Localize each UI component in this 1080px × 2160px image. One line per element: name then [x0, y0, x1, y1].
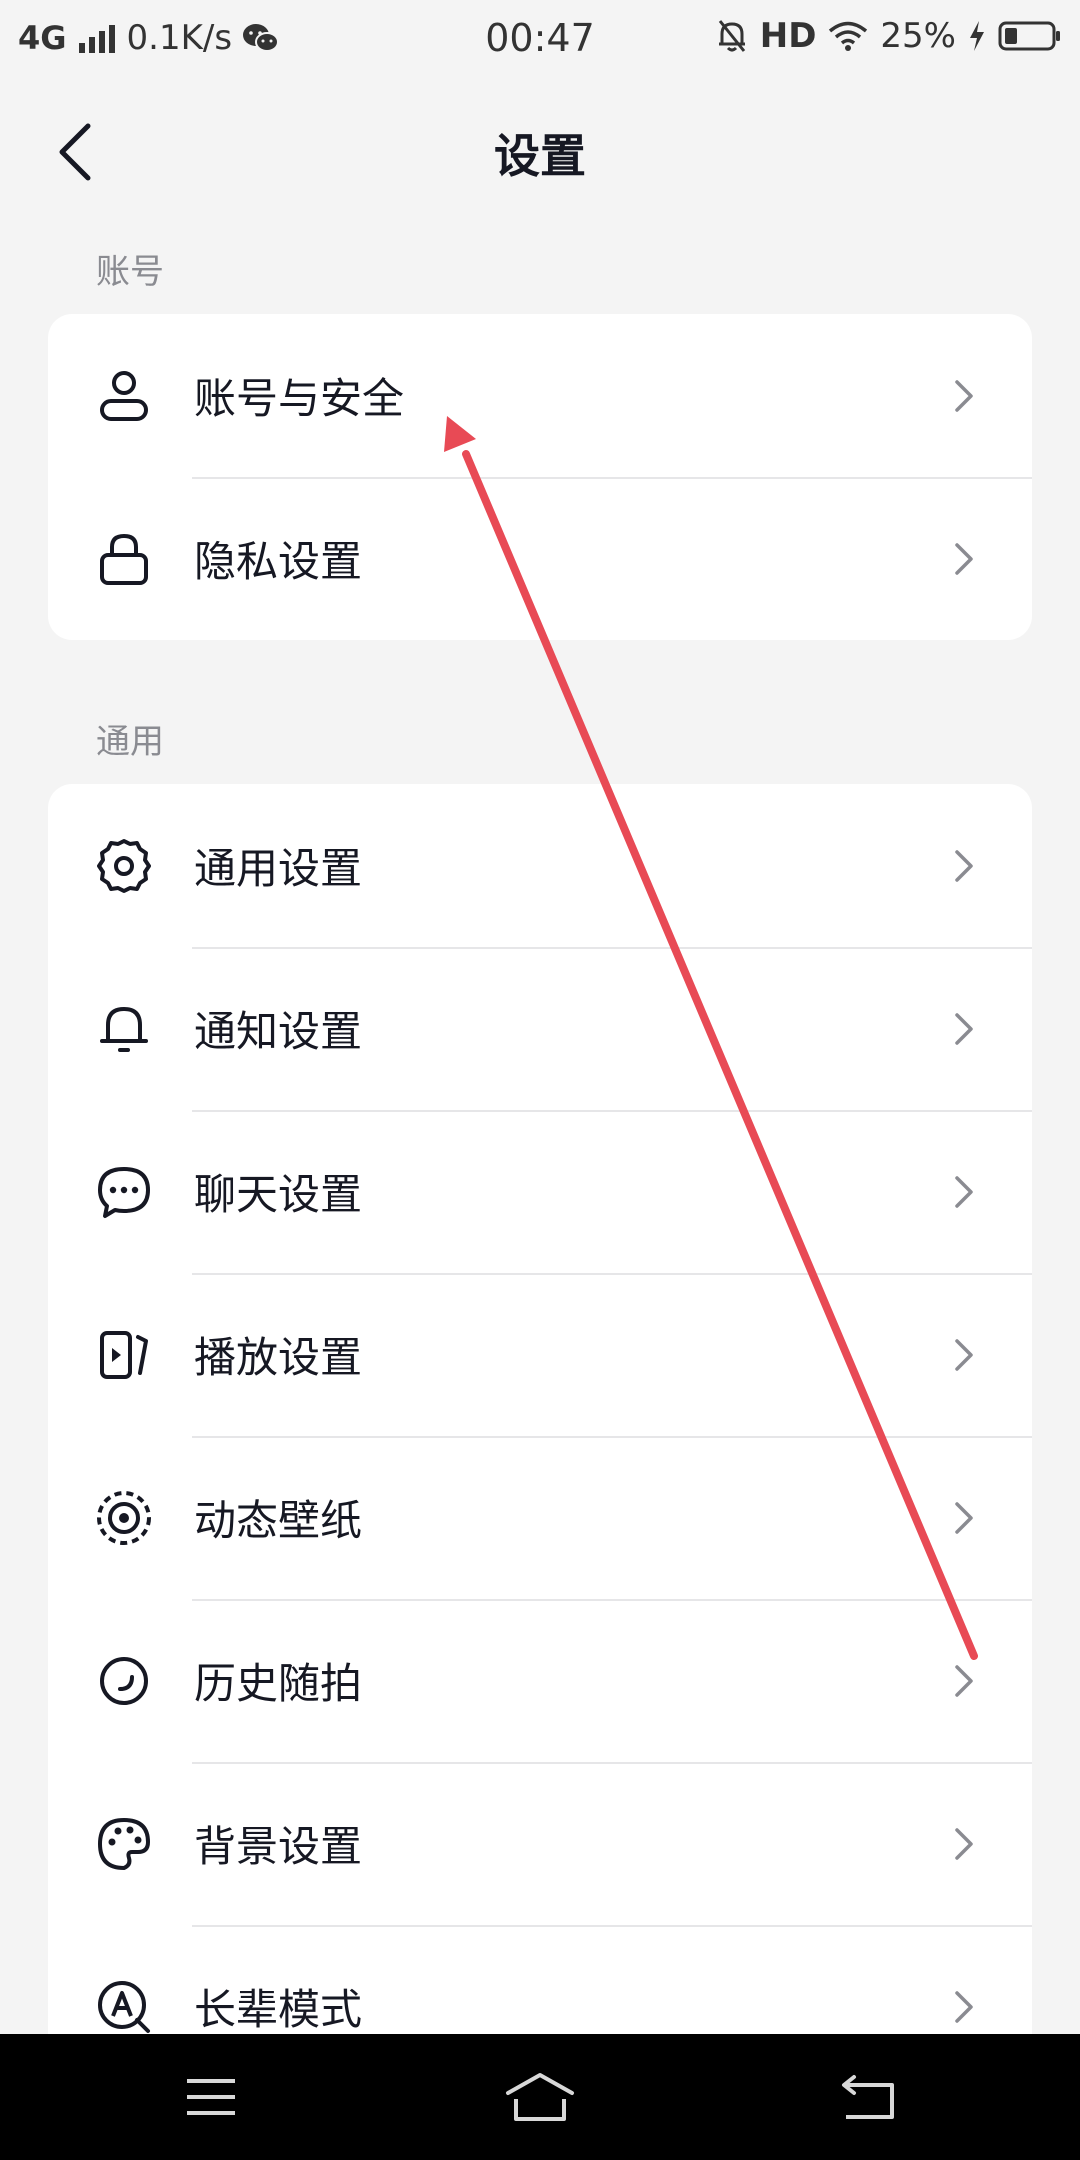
settings-row-chat[interactable]: 聊天设置 [48, 1110, 1032, 1273]
settings-screen: 4G 0.1K/s 00:47 HD 25% 设置 账号 账号与安全 隐私设置 … [0, 0, 1080, 2160]
settings-row-playback[interactable]: 播放设置 [48, 1273, 1032, 1436]
row-label: 播放设置 [194, 1333, 363, 1382]
home-icon [506, 2073, 574, 2121]
settings-row-background[interactable]: 背景设置 [48, 1762, 1032, 1925]
chevron-right-icon [946, 1661, 982, 1701]
status-right: HD 25% [716, 16, 1062, 56]
system-nav-bar [0, 2034, 1080, 2160]
general-card: 通用设置 通知设置 聊天设置 播放设置 动态壁纸 历史随拍 背景设置 长辈模式 [48, 784, 1032, 2104]
chat-bubble-icon [94, 1162, 154, 1222]
play-card-icon [94, 1325, 154, 1385]
row-label: 通用设置 [194, 844, 363, 893]
chevron-right-icon [946, 1335, 982, 1375]
elder-mode-icon [94, 1977, 154, 2037]
back-nav-button[interactable] [828, 2060, 908, 2134]
bell-icon [94, 999, 154, 1059]
gear-icon [94, 836, 154, 896]
section-label-account: 账号 [96, 252, 164, 292]
menu-button[interactable] [171, 2060, 251, 2134]
battery-icon [998, 21, 1060, 51]
settings-row-account-security[interactable]: 账号与安全 [48, 314, 1032, 477]
chevron-right-icon [946, 1009, 982, 1049]
menu-icon [187, 2079, 235, 2115]
settings-row-notification[interactable]: 通知设置 [48, 947, 1032, 1110]
chevron-right-icon [946, 376, 982, 416]
chevron-right-icon [946, 1987, 982, 2027]
nav-header: 设置 [0, 100, 1080, 204]
settings-row-privacy[interactable]: 隐私设置 [48, 477, 1032, 640]
hd-indicator: HD [759, 16, 817, 56]
settings-row-live-wallpaper[interactable]: 动态壁纸 [48, 1436, 1032, 1599]
row-label: 通知设置 [194, 1007, 363, 1056]
row-label: 动态壁纸 [194, 1496, 363, 1545]
return-icon [842, 2075, 894, 2119]
mute-bell-icon [718, 20, 745, 52]
row-label: 隐私设置 [194, 537, 363, 586]
chevron-right-icon [946, 1498, 982, 1538]
chevron-right-icon [946, 539, 982, 579]
account-card: 账号与安全 隐私设置 [48, 314, 1032, 640]
lock-icon [94, 529, 154, 589]
section-label-general: 通用 [96, 722, 164, 762]
status-bar: 4G 0.1K/s 00:47 HD 25% [0, 0, 1080, 76]
history-circle-icon [94, 1651, 154, 1711]
settings-row-general[interactable]: 通用设置 [48, 784, 1032, 947]
palette-icon [94, 1814, 154, 1874]
user-icon [94, 366, 154, 426]
chevron-right-icon [946, 846, 982, 886]
battery-percent: 25% [880, 16, 956, 56]
wifi-icon [829, 21, 868, 51]
row-label: 账号与安全 [194, 374, 405, 423]
settings-row-history[interactable]: 历史随拍 [48, 1599, 1032, 1762]
row-label: 历史随拍 [194, 1659, 363, 1708]
chevron-right-icon [946, 1172, 982, 1212]
row-label: 背景设置 [194, 1822, 363, 1871]
page-title: 设置 [494, 129, 586, 183]
charging-icon [970, 21, 984, 51]
live-wallpaper-icon [94, 1488, 154, 1548]
home-button[interactable] [500, 2060, 580, 2134]
row-label: 聊天设置 [194, 1170, 363, 1219]
row-label: 长辈模式 [194, 1985, 363, 2034]
chevron-right-icon [946, 1824, 982, 1864]
